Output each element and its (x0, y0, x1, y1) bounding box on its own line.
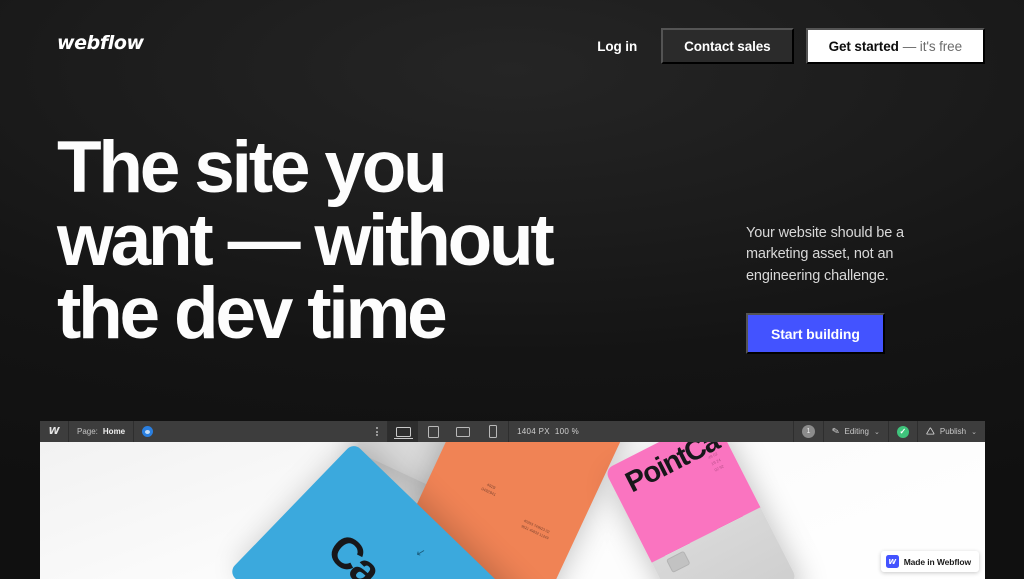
page-title: The site you want — without the dev time (57, 127, 555, 354)
hero-subheading: Your website should be a marketing asset… (746, 225, 904, 284)
get-started-button[interactable]: Get started — it's free (805, 28, 985, 64)
canvas-width: 1404 PX 100 % (509, 421, 587, 442)
save-status: ✓ (889, 421, 917, 442)
tablet-landscape-icon (456, 426, 471, 437)
get-started-label: Get started (828, 38, 899, 54)
get-started-subtext: — it's free (902, 38, 962, 54)
tablet-icon (427, 425, 439, 438)
card-pink-pointcard: PointCa 49 02 19 24 02 92 VISA (604, 442, 798, 579)
avatar: 1 (801, 425, 815, 438)
device-desktop-button[interactable] (388, 421, 419, 442)
arrow-icon: ↙ (414, 545, 427, 560)
chevron-down-icon: ⌄ (873, 428, 880, 436)
mobile-icon (489, 425, 498, 438)
made-in-webflow-badge[interactable]: W Made in Webflow (880, 551, 979, 572)
page-selector[interactable]: Page: Home (69, 421, 133, 442)
editing-mode-dropdown[interactable]: ✎ Editing ⌄ (824, 421, 888, 442)
page-name: Home (102, 427, 126, 436)
pen-icon: ✎ (830, 425, 841, 437)
publish-dropdown[interactable]: 🛆 Publish ⌄ (918, 421, 985, 442)
designer-logo-icon[interactable]: W (40, 421, 68, 442)
webflow-badge-icon: W (885, 555, 899, 568)
top-navigation: webflow Log in Contact sales Get started… (0, 0, 1024, 92)
collaborators[interactable]: 1 (794, 421, 823, 442)
zoom-level[interactable]: 100 % (555, 427, 579, 436)
webflow-logo[interactable]: webflow (57, 32, 144, 54)
designer-canvas[interactable]: VISA ointCa 4929 0492941 40293 749923 02… (40, 442, 985, 579)
preview-toggle[interactable] (134, 421, 161, 442)
card-orange-micro-2: 40293 749923 02 9021 49832 11249 (520, 518, 551, 541)
nav-actions: Log in Contact sales Get started — it's … (573, 28, 985, 64)
overflow-menu-icon[interactable] (367, 421, 387, 442)
chevron-down-icon: ⌄ (971, 428, 977, 436)
device-mobile-button[interactable] (478, 421, 508, 442)
device-tablet-landscape-button[interactable] (448, 421, 478, 442)
page-label: Page: (77, 427, 98, 436)
made-in-webflow-label: Made in Webflow (903, 556, 971, 567)
rocket-icon: 🛆 (925, 425, 935, 436)
designer-toolbar: W Page: Home 1404 PX 100 % 1 ✎ Editing ⌄… (40, 421, 985, 442)
device-tablet-button[interactable] (418, 421, 448, 442)
card-blue-label: Ca (318, 524, 390, 579)
breakpoint-switcher (388, 421, 508, 442)
card-pink-label: PointCa (620, 442, 724, 500)
hero-side-column: Your website should be a marketing asset… (746, 223, 936, 355)
contact-sales-button[interactable]: Contact sales (661, 28, 794, 64)
start-building-button[interactable]: Start building (746, 313, 885, 355)
card-orange-micro-1: 4929 0492941 (480, 481, 497, 498)
desktop-icon (393, 426, 413, 439)
canvas-width-value: 1404 PX (517, 427, 550, 436)
check-icon: ✓ (896, 425, 909, 438)
login-link[interactable]: Log in (573, 28, 661, 64)
landing-page: webflow Log in Contact sales Get started… (0, 0, 1024, 579)
publish-label: Publish (939, 427, 967, 436)
card-chip-icon (665, 550, 691, 574)
eye-icon (142, 426, 154, 437)
editing-label: Editing (844, 427, 869, 436)
webflow-designer-window: W Page: Home 1404 PX 100 % 1 ✎ Editing ⌄… (40, 421, 985, 579)
